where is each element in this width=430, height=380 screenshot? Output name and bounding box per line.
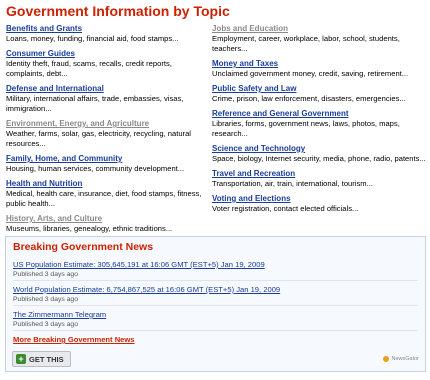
news-published-date: Published 3 days ago [13, 296, 78, 303]
topic-link[interactable]: Family, Home, and Community [6, 154, 202, 164]
topic-description: Crime, prison, law enforcement, disaster… [212, 94, 406, 103]
topic-family-home: Family, Home, and Community Housing, hum… [6, 154, 202, 174]
topic-link[interactable]: Voting and Elections [212, 194, 426, 204]
news-published-date: Published 3 days ago [13, 271, 78, 278]
news-widget: Breaking Government News US Population E… [5, 236, 426, 372]
topic-benefits-grants: Benefits and Grants Loans, money, fundin… [6, 24, 202, 44]
page-title: Government Information by Topic [6, 3, 230, 19]
topic-description: Housing, human services, community devel… [6, 164, 185, 173]
news-widget-title: Breaking Government News [13, 241, 154, 253]
topic-description: Medical, health care, insurance, diet, f… [6, 189, 202, 208]
news-divider [13, 305, 418, 306]
topic-description: Identity theft, fraud, scams, recalls, c… [6, 59, 172, 78]
topics-left-column: Benefits and Grants Loans, money, fundin… [6, 24, 202, 239]
plus-icon: + [16, 354, 26, 364]
newsgator-logo[interactable]: NewsGator [383, 356, 419, 362]
topic-description: Weather, farms, solar, gas, electricity,… [6, 129, 191, 148]
topic-travel-recreation: Travel and Recreation Transportation, ai… [212, 169, 426, 189]
brand-dot-icon [383, 356, 390, 362]
topic-link[interactable]: Environment, Energy, and Agriculture [6, 119, 202, 129]
topic-jobs-education: Jobs and Education Employment, career, w… [212, 24, 426, 54]
topic-description: Military, international affairs, trade, … [6, 94, 184, 113]
news-item: World Population Estimate: 6,754,867,525… [13, 284, 413, 305]
topic-description: Museums, libraries, genealogy, ethnic tr… [6, 224, 173, 233]
topic-description: Loans, money, funding, financial aid, fo… [6, 34, 179, 43]
topic-link[interactable]: Reference and General Government [212, 109, 426, 119]
topic-environment-energy: Environment, Energy, and Agriculture Wea… [6, 119, 202, 149]
topic-description: Voter registration, contact elected offi… [212, 204, 359, 213]
news-divider [13, 330, 418, 331]
news-published-date: Published 3 days ago [13, 321, 78, 328]
news-headline-link[interactable]: World Population Estimate: 6,754,867,525… [13, 284, 413, 295]
topic-link[interactable]: Benefits and Grants [6, 24, 202, 34]
topic-health-nutrition: Health and Nutrition Medical, health car… [6, 179, 202, 209]
topic-public-safety: Public Safety and Law Crime, prison, law… [212, 84, 426, 104]
more-news-link[interactable]: More Breaking Government News [13, 335, 135, 344]
topic-history-arts: History, Arts, and Culture Museums, libr… [6, 214, 202, 234]
topic-link[interactable]: Travel and Recreation [212, 169, 426, 179]
topic-link[interactable]: History, Arts, and Culture [6, 214, 202, 224]
topic-link[interactable]: Defense and International [6, 84, 202, 94]
topic-description: Space, biology, Internet security, media… [212, 154, 426, 163]
topic-description: Unclaimed government money, credit, savi… [212, 69, 409, 78]
get-this-label: GET THIS [29, 354, 64, 364]
news-headline-link[interactable]: US Population Estimate: 305,645,191 at 1… [13, 259, 413, 270]
news-item: US Population Estimate: 305,645,191 at 1… [13, 259, 413, 280]
topic-link[interactable]: Health and Nutrition [6, 179, 202, 189]
topic-consumer-guides: Consumer Guides Identity theft, fraud, s… [6, 49, 202, 79]
news-item: The Zimmermann Telegram Published 3 days… [13, 309, 413, 330]
topic-description: Transportation, air, train, internationa… [212, 179, 373, 188]
topic-voting-elections: Voting and Elections Voter registration,… [212, 194, 426, 214]
topic-link[interactable]: Public Safety and Law [212, 84, 426, 94]
news-headline-link[interactable]: The Zimmermann Telegram [13, 309, 413, 320]
topic-reference-government: Reference and General Government Librari… [212, 109, 426, 139]
topic-link[interactable]: Consumer Guides [6, 49, 202, 59]
get-this-button[interactable]: + GET THIS [12, 351, 71, 367]
topic-science-technology: Science and Technology Space, biology, I… [212, 144, 426, 164]
topic-link[interactable]: Jobs and Education [212, 24, 426, 34]
topic-description: Libraries, forms, government news, laws,… [212, 119, 400, 138]
news-divider [13, 280, 418, 281]
topic-description: Employment, career, workplace, labor, sc… [212, 34, 400, 53]
brand-label: NewsGator [391, 356, 419, 362]
topic-link[interactable]: Money and Taxes [212, 59, 426, 69]
topic-defense-international: Defense and International Military, inte… [6, 84, 202, 114]
topics-right-column: Jobs and Education Employment, career, w… [212, 24, 426, 219]
topic-link[interactable]: Science and Technology [212, 144, 426, 154]
topic-money-taxes: Money and Taxes Unclaimed government mon… [212, 59, 426, 79]
